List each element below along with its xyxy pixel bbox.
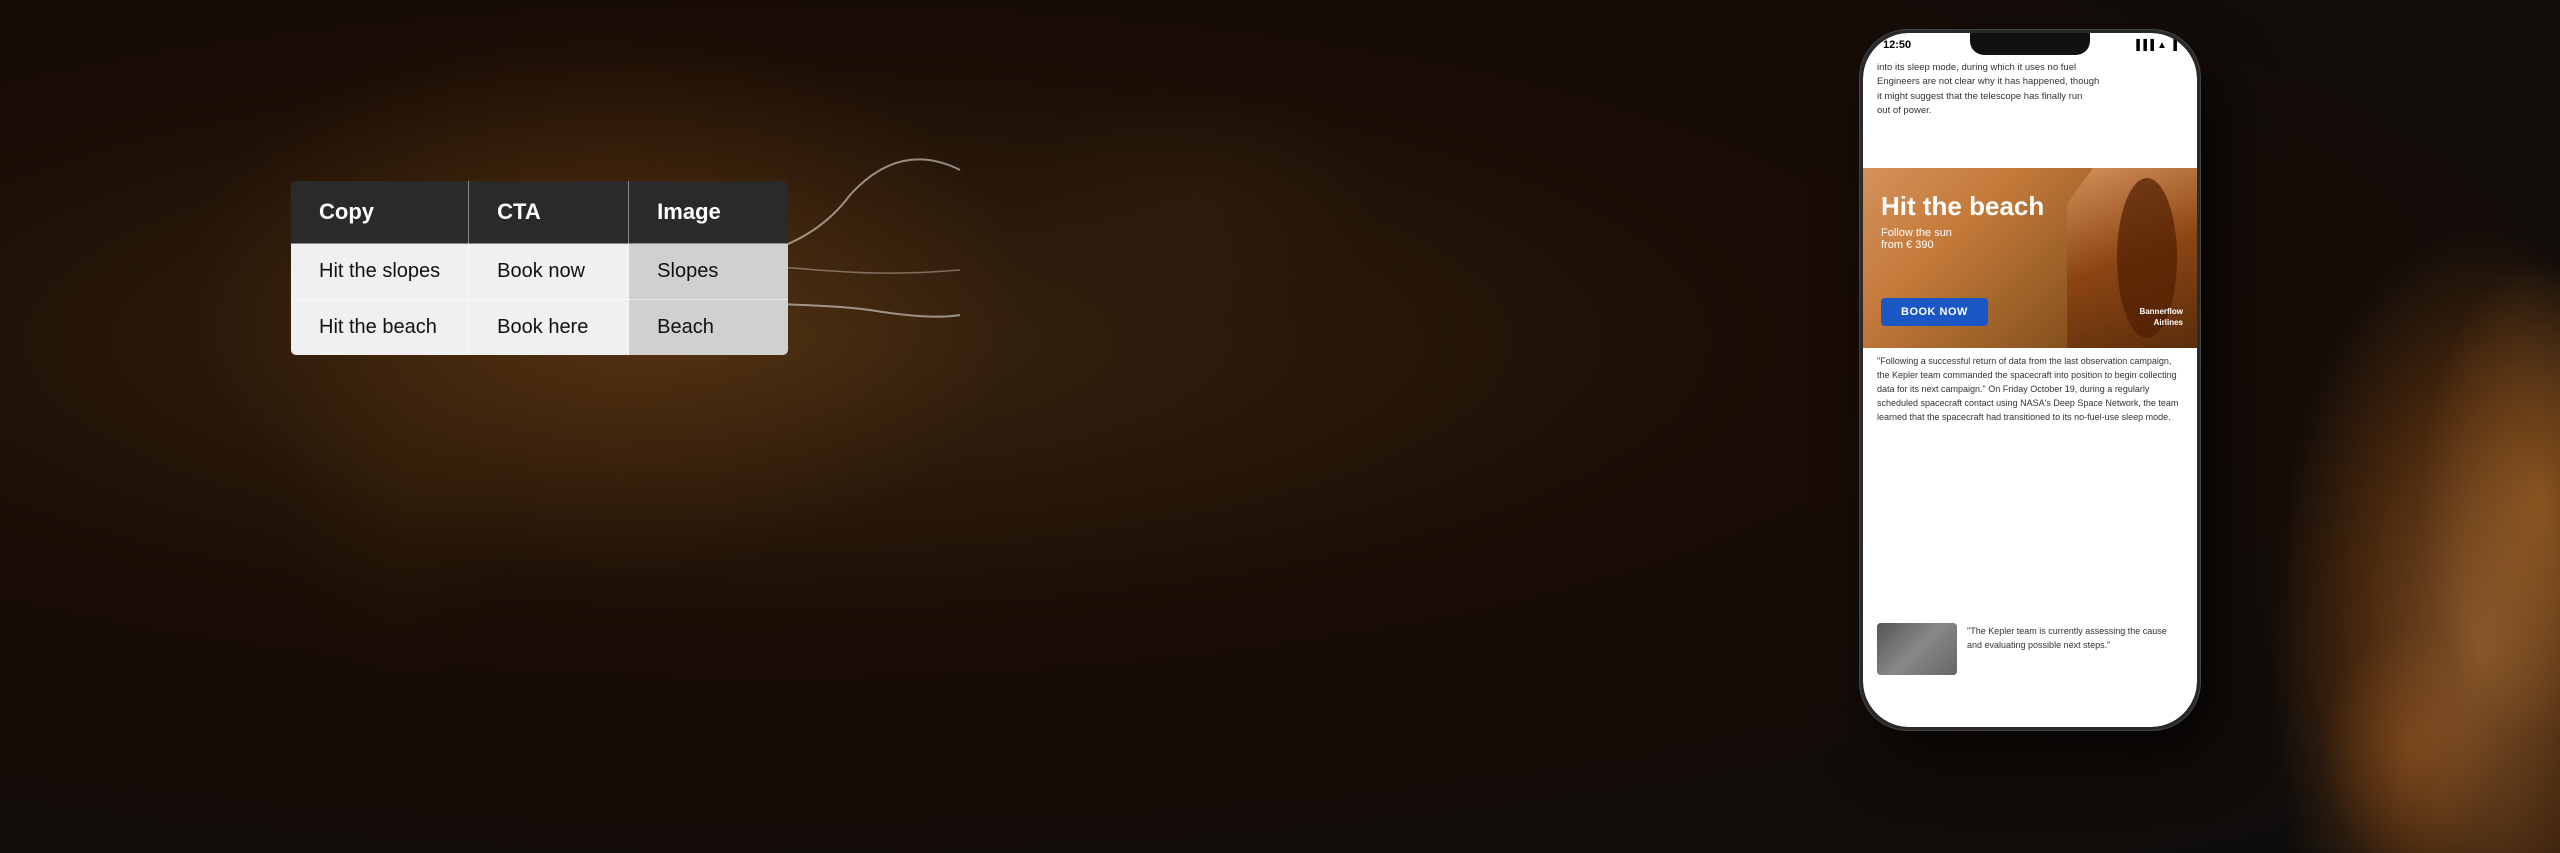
cta-cell-2[interactable]: Book here <box>469 300 629 356</box>
content-table: Copy CTA Image Hit the slopes Book now S… <box>290 180 789 356</box>
phone-frame: 12:50 ▐▐▐ ▲ ▐ into its sleep mode, durin… <box>1860 30 2200 730</box>
status-time: 12:50 <box>1883 39 1911 51</box>
ad-banner: Hit the beach Follow the sunfrom € 390 B… <box>1863 168 2197 348</box>
phone-screen: 12:50 ▐▐▐ ▲ ▐ into its sleep mode, durin… <box>1863 33 2197 727</box>
image-header-label: Image <box>657 199 721 224</box>
col-header-copy: Copy <box>291 181 469 244</box>
article-body-content: "Following a successful return of data f… <box>1877 356 2178 422</box>
phone-device: 12:50 ▐▐▐ ▲ ▐ into its sleep mode, durin… <box>1820 30 2240 850</box>
battery-icon: ▐ <box>2170 40 2177 51</box>
article-side-quote: "The Kepler team is currently assessing … <box>1967 625 2183 652</box>
copy-header-label: Copy <box>319 199 374 224</box>
article-body-text: "Following a successful return of data f… <box>1877 355 2183 425</box>
article-top-content: into its sleep mode, during which it use… <box>1877 62 2099 116</box>
ad-logo-line1: Bannerflow <box>2139 307 2183 316</box>
col-header-image: Image <box>629 181 789 244</box>
image-cell-1: Slopes <box>629 244 789 300</box>
cta-header-label: CTA <box>497 199 541 224</box>
wifi-icon: ▲ <box>2157 40 2167 51</box>
copy-cell-2: Hit the beach <box>291 300 469 356</box>
ad-logo-line2: Airlines <box>2154 318 2183 327</box>
article-quote-text: "The Kepler team is currently assessing … <box>1967 626 2167 650</box>
image-cell-2: Beach <box>629 300 789 356</box>
article-top-text: into its sleep mode, during which it use… <box>1877 61 2183 118</box>
ad-cta-button[interactable]: BOOK NOW <box>1881 298 1988 326</box>
ad-logo: Bannerflow Airlines <box>2139 306 2183 328</box>
status-icons: ▐▐▐ ▲ ▐ <box>2133 40 2177 51</box>
signal-icon: ▐▐▐ <box>2133 40 2154 51</box>
table-row: Hit the slopes Book now Slopes <box>291 244 789 300</box>
ad-headline: Hit the beach <box>1881 192 2044 221</box>
copy-cell-1: Hit the slopes <box>291 244 469 300</box>
ad-copy-section: Hit the beach Follow the sunfrom € 390 <box>1881 192 2044 251</box>
data-table-container: Copy CTA Image Hit the slopes Book now S… <box>290 180 789 356</box>
col-header-cta: CTA <box>469 181 629 244</box>
watch-more-thumbnail[interactable]: Watch more <box>1877 623 1957 675</box>
cta-cell-1[interactable]: Book now <box>469 244 629 300</box>
thumbnail-image <box>1877 623 1957 675</box>
phone-notch <box>1970 33 2090 55</box>
ad-subline: Follow the sunfrom € 390 <box>1881 227 2044 251</box>
table-row: Hit the beach Book here Beach <box>291 300 789 356</box>
